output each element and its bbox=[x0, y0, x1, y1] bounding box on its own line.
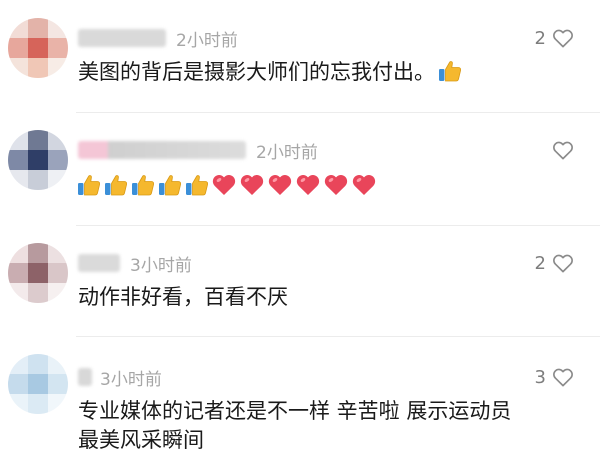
comment-time: 2小时前 bbox=[256, 142, 318, 163]
comment-meta: 2小时前 bbox=[78, 136, 318, 164]
username-blurred[interactable] bbox=[78, 141, 246, 159]
comment-item: 3小时前 3 专业媒体的记者还是不一样 辛苦啦 展示运动员 最美风采瞬间 bbox=[0, 337, 600, 469]
like-button[interactable]: 2 bbox=[535, 24, 574, 52]
emoji-row bbox=[76, 171, 379, 199]
thumbs-up-icon bbox=[78, 175, 101, 196]
username-blurred[interactable] bbox=[78, 368, 92, 386]
comment-text: 美图的背后是摄影大师们的忘我付出。 bbox=[78, 58, 578, 87]
like-count: 2 bbox=[534, 252, 546, 274]
red-heart-icon bbox=[212, 174, 236, 195]
comment-time: 3小时前 bbox=[100, 369, 162, 390]
thumbs-up-icon bbox=[132, 175, 155, 196]
heart-outline-icon bbox=[553, 29, 573, 48]
comment-text-line: 最美风采瞬间 bbox=[78, 428, 204, 452]
comment-meta: 2小时前 bbox=[78, 24, 238, 52]
like-button[interactable]: 2 bbox=[535, 249, 574, 277]
username-blurred[interactable] bbox=[78, 254, 120, 272]
thumbs-up-icon bbox=[105, 175, 128, 196]
heart-outline-icon bbox=[553, 141, 573, 160]
like-count: 2 bbox=[534, 27, 546, 49]
red-heart-icon bbox=[324, 174, 348, 195]
red-heart-icon bbox=[268, 174, 292, 195]
heart-outline-icon bbox=[553, 254, 573, 273]
like-button[interactable]: 3 bbox=[535, 363, 574, 391]
red-heart-icon bbox=[352, 174, 376, 195]
comment-time: 3小时前 bbox=[130, 255, 192, 276]
red-heart-icon bbox=[240, 174, 264, 195]
comment-text: 专业媒体的记者还是不一样 辛苦啦 展示运动员 最美风采瞬间 bbox=[78, 397, 578, 455]
comment-item: 2小时前 2 美图的背后是摄影大师们的忘我付出。 bbox=[0, 0, 600, 112]
thumbs-up-icon bbox=[159, 175, 182, 196]
username-blurred[interactable] bbox=[78, 29, 166, 47]
comment-item: 2小时前 bbox=[0, 113, 600, 225]
thumbs-up-icon bbox=[186, 175, 209, 196]
avatar[interactable] bbox=[8, 130, 68, 190]
comment-meta: 3小时前 bbox=[78, 363, 162, 391]
like-button[interactable] bbox=[546, 136, 574, 164]
avatar[interactable] bbox=[8, 243, 68, 303]
heart-outline-icon bbox=[553, 368, 573, 387]
avatar[interactable] bbox=[8, 354, 68, 414]
comment-time: 2小时前 bbox=[176, 30, 238, 51]
comment-text-line: 专业媒体的记者还是不一样 辛苦啦 展示运动员 bbox=[78, 399, 512, 423]
comment-text-body: 美图的背后是摄影大师们的忘我付出。 bbox=[78, 60, 435, 84]
comment-item: 3小时前 2 动作非好看，百看不厌 bbox=[0, 226, 600, 336]
red-heart-icon bbox=[296, 174, 320, 195]
comment-text: 动作非好看，百看不厌 bbox=[78, 285, 288, 309]
comment-list: 2小时前 2 美图的背后是摄影大师们的忘我付出。 2小时前 3小时前 2 动作非… bbox=[0, 0, 600, 469]
thumbs-up-icon bbox=[439, 61, 462, 82]
comment-meta: 3小时前 bbox=[78, 249, 192, 277]
avatar[interactable] bbox=[8, 18, 68, 78]
like-count: 3 bbox=[534, 366, 546, 388]
